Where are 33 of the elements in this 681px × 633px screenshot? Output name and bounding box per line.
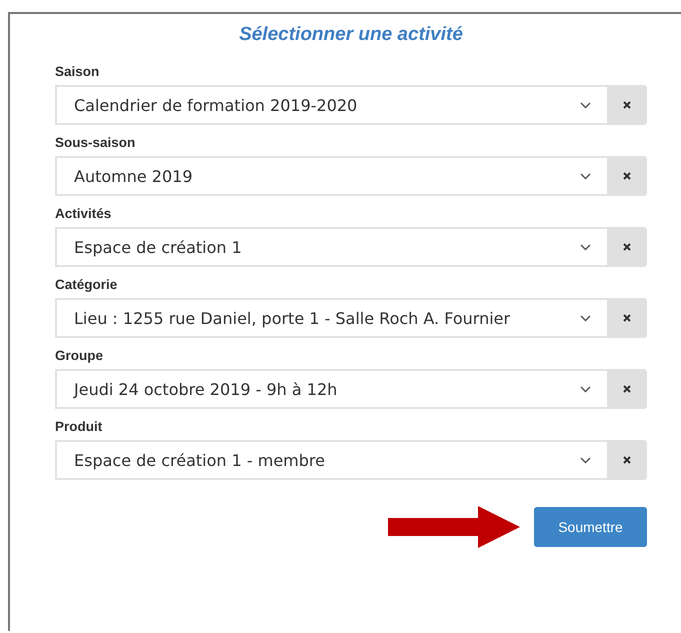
clear-button[interactable] (607, 440, 647, 480)
close-icon (623, 172, 631, 180)
chevron-down-icon (580, 314, 591, 322)
dropdown-field[interactable]: Espace de création 1 - membre (55, 440, 607, 480)
field-label: Produit (55, 419, 104, 434)
dropdown-field[interactable]: Calendrier de formation 2019-2020 (55, 85, 607, 125)
dialog-title: Sélectionner une activité (238, 24, 464, 46)
submit-button[interactable]: Soumettre (534, 507, 647, 547)
chevron-down-icon (580, 244, 591, 250)
field-label: Sous-saison (55, 135, 136, 150)
close-icon (623, 101, 631, 109)
clear-button[interactable] (607, 298, 647, 338)
chevron-down-icon (580, 456, 591, 464)
close-icon (623, 314, 631, 322)
dropdown-field[interactable]: Automne 2019 (55, 156, 607, 196)
chevron-down-icon (580, 172, 591, 180)
close-icon (623, 243, 631, 251)
clear-button[interactable] (607, 369, 647, 409)
clear-button[interactable] (607, 227, 647, 267)
close-icon (623, 385, 631, 393)
field-label: Saison (55, 64, 100, 79)
close-icon (623, 456, 631, 464)
arrow-icon (388, 506, 520, 548)
dropdown-field[interactable]: Lieu : 1255 rue Daniel, porte 1 - Salle Roch A. Fournier (55, 298, 607, 338)
chevron-down-icon (580, 102, 591, 108)
dropdown-field[interactable]: Jeudi 24 octobre 2019 - 9h à 12h (55, 369, 607, 409)
field-label: Activités (55, 206, 112, 221)
clear-button[interactable] (607, 156, 647, 196)
dropdown-field[interactable]: Espace de création 1 (55, 227, 607, 267)
field-label: Catégorie (55, 277, 118, 292)
chevron-down-icon (580, 386, 591, 392)
field-label: Groupe (55, 348, 104, 363)
clear-button[interactable] (607, 85, 647, 125)
